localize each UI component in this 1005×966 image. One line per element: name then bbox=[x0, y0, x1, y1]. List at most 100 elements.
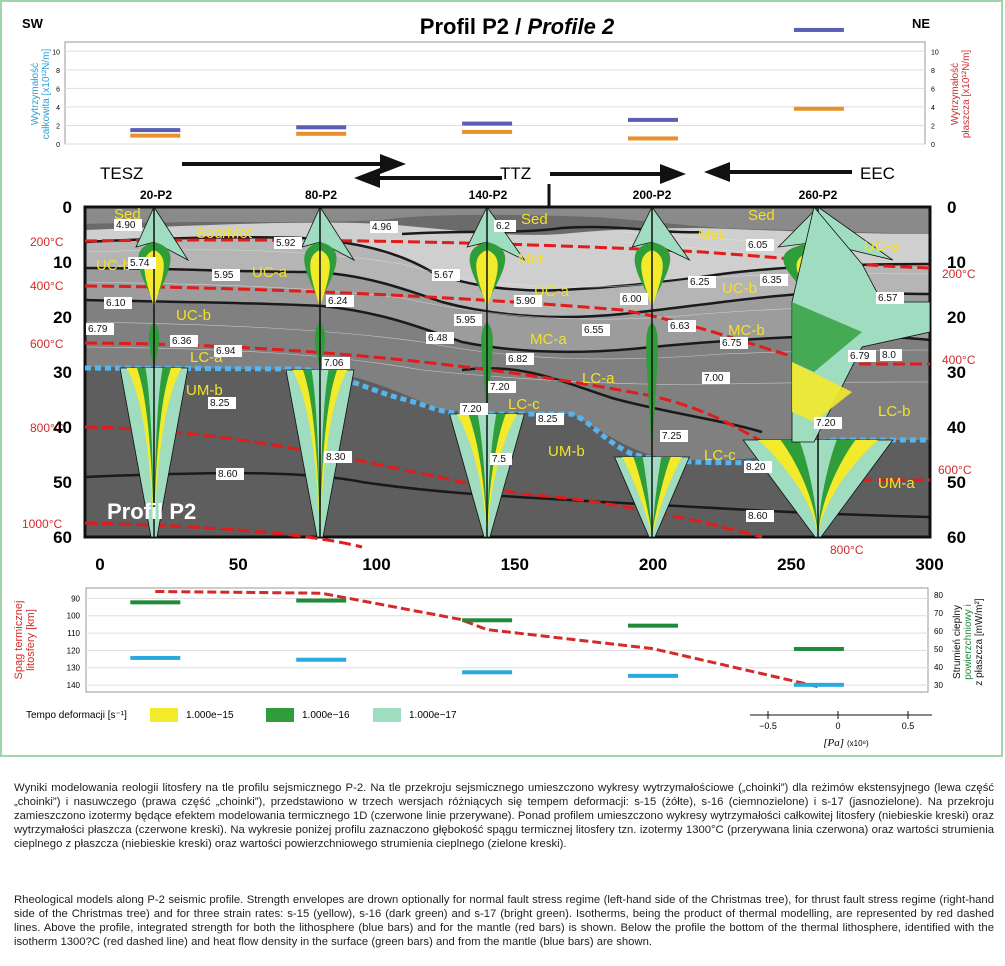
velocity-label: 8.20 bbox=[746, 462, 766, 473]
lower-tick-right: 50 bbox=[934, 645, 943, 654]
strength-tick-right: 6 bbox=[931, 86, 935, 93]
velocity-label: 6.79 bbox=[88, 324, 108, 335]
lower-tick-left: 140 bbox=[67, 681, 81, 690]
layer-label: Sed bbox=[748, 207, 775, 224]
lower-tick-right: 30 bbox=[934, 681, 943, 690]
section-ytick-right: 0 bbox=[947, 198, 956, 217]
stress-scale: −0.5 0 0.5 [Pa] (x10⁸) bbox=[750, 711, 932, 749]
velocity-label: 6.10 bbox=[106, 298, 126, 309]
section-ytick-right: 40 bbox=[947, 418, 966, 437]
layer-label: LC-b bbox=[878, 403, 911, 420]
total-strength-bar bbox=[793, 27, 844, 32]
figure-title: Profil P2 / Profile 2 bbox=[420, 14, 615, 39]
layer-label: UC-b bbox=[176, 307, 211, 324]
total-strength-bar bbox=[628, 117, 678, 122]
velocity-label: 6.79 bbox=[850, 351, 870, 362]
layer-label: UC-a bbox=[252, 264, 288, 281]
lower-tick-right: 60 bbox=[934, 627, 943, 636]
station-label: 80-P2 bbox=[305, 188, 337, 202]
layer-label: UC-a bbox=[864, 238, 900, 255]
lower-tick-right: 80 bbox=[934, 591, 943, 600]
velocity-label: 7.20 bbox=[490, 382, 510, 393]
legend: Tempo deformacji [s⁻¹] 1.000e−15 1.000e−… bbox=[26, 708, 457, 722]
seismic-cross-section: 200°C 400°C 600°C 800°C 1000°C 200°C 400… bbox=[22, 198, 976, 574]
section-xtick: 0 bbox=[95, 555, 104, 574]
velocity-label: 6.24 bbox=[328, 296, 348, 307]
surface-heat-flow-bar bbox=[628, 623, 678, 628]
surface-heat-flow-bar bbox=[793, 646, 844, 651]
isotherm-label: 200°C bbox=[30, 235, 64, 249]
layer-label: UM-a bbox=[878, 475, 915, 492]
surface-heat-flow-bar bbox=[130, 600, 181, 605]
section-xtick: 150 bbox=[501, 555, 529, 574]
section-ytick-left: 40 bbox=[53, 418, 72, 437]
lower-tick-left: 90 bbox=[71, 594, 80, 603]
mantle-heat-flow-bar bbox=[793, 682, 844, 687]
velocity-label: 5.92 bbox=[276, 238, 296, 249]
layer-label: UC-b bbox=[96, 257, 131, 274]
station-label: 260-P2 bbox=[799, 188, 838, 202]
velocity-label: 6.35 bbox=[762, 275, 782, 286]
direction-ne: NE bbox=[912, 16, 930, 31]
zone-ttz: TTZ bbox=[500, 164, 531, 183]
velocity-label: 8.30 bbox=[326, 452, 346, 463]
velocity-label: 5.67 bbox=[434, 270, 454, 281]
legend-item-label: 1.000e−15 bbox=[186, 710, 234, 721]
strength-tick-left: 10 bbox=[52, 49, 60, 56]
profile-figure: Profil P2 / Profile 2 SW NE 0 0 2 2 4 4 6 6 8 8 10… bbox=[13, 14, 985, 749]
velocity-label: 4.96 bbox=[372, 222, 392, 233]
direction-sw: SW bbox=[22, 16, 44, 31]
total-strength-bar bbox=[296, 125, 347, 130]
strength-tick-left: 8 bbox=[56, 68, 60, 75]
layer-label: UC-b bbox=[722, 280, 757, 297]
velocity-label: 6.05 bbox=[748, 240, 768, 251]
section-ytick-right: 60 bbox=[947, 528, 966, 547]
layer-label: Sed bbox=[521, 211, 548, 228]
velocity-label: 5.74 bbox=[130, 258, 150, 269]
layer-label: UM-b bbox=[548, 443, 585, 460]
legend-item-label: 1.000e−17 bbox=[409, 710, 457, 721]
isotherm-label: 600°C bbox=[30, 337, 64, 351]
strength-chart: 0 0 2 2 4 4 6 6 8 8 10 10 Wytrzymałośćcałkowita [x1… bbox=[30, 27, 972, 149]
section-inset-title: Profil P2 bbox=[107, 499, 196, 524]
strength-tick-right: 4 bbox=[931, 105, 935, 112]
zone-tesz: TESZ bbox=[100, 164, 143, 183]
section-ytick-right: 20 bbox=[947, 308, 966, 327]
velocity-label: 7.20 bbox=[816, 418, 836, 429]
mantle-strength-bar bbox=[793, 106, 844, 111]
section-ytick-left: 50 bbox=[53, 473, 72, 492]
isotherm-label: 400°C bbox=[30, 279, 64, 293]
velocity-label: 7.20 bbox=[462, 404, 482, 415]
velocity-label: 6.55 bbox=[584, 325, 604, 336]
velocity-label: 8.60 bbox=[218, 469, 238, 480]
scale-unit: (x10⁸) bbox=[847, 739, 869, 748]
scale-label: [Pa] bbox=[823, 737, 844, 749]
scale-tick: 0.5 bbox=[902, 721, 915, 731]
section-ytick-left: 60 bbox=[53, 528, 72, 547]
velocity-label: 7.25 bbox=[662, 431, 682, 442]
layer-label: MC-b bbox=[728, 322, 765, 339]
lower-tick-left: 120 bbox=[67, 646, 81, 655]
strength-tick-right: 10 bbox=[931, 49, 939, 56]
scale-tick: −0.5 bbox=[759, 721, 777, 731]
strength-tick-left: 0 bbox=[56, 142, 60, 149]
strength-tick-left: 4 bbox=[56, 105, 60, 112]
lower-chart-frame bbox=[85, 587, 929, 693]
velocity-label: 6.75 bbox=[722, 338, 742, 349]
legend-item-label: 1.000e−16 bbox=[302, 710, 350, 721]
strength-tick-right: 8 bbox=[931, 68, 935, 75]
station-label: 200-P2 bbox=[633, 188, 672, 202]
layer-label: Sed/Met bbox=[196, 225, 253, 242]
zone-eec: EEC bbox=[860, 164, 895, 183]
layer-label: Met bbox=[518, 251, 544, 268]
lower-tick-right: 70 bbox=[934, 609, 943, 618]
strength-tick-right: 0 bbox=[931, 142, 935, 149]
velocity-label: 8.25 bbox=[210, 398, 230, 409]
lower-ylabel-left: Spąg termicznejlitosfery [km] bbox=[13, 601, 37, 680]
velocity-label: 5.95 bbox=[456, 315, 476, 326]
figure-frame: Profil P2 / Profile 2 SW NE 0 0 2 2 4 4 6 6 8 8 10… bbox=[0, 0, 1003, 757]
arrow-head-left bbox=[354, 168, 380, 188]
total-strength-bar bbox=[130, 128, 181, 133]
mantle-strength-bar bbox=[462, 129, 513, 134]
velocity-label: 6.82 bbox=[508, 354, 528, 365]
